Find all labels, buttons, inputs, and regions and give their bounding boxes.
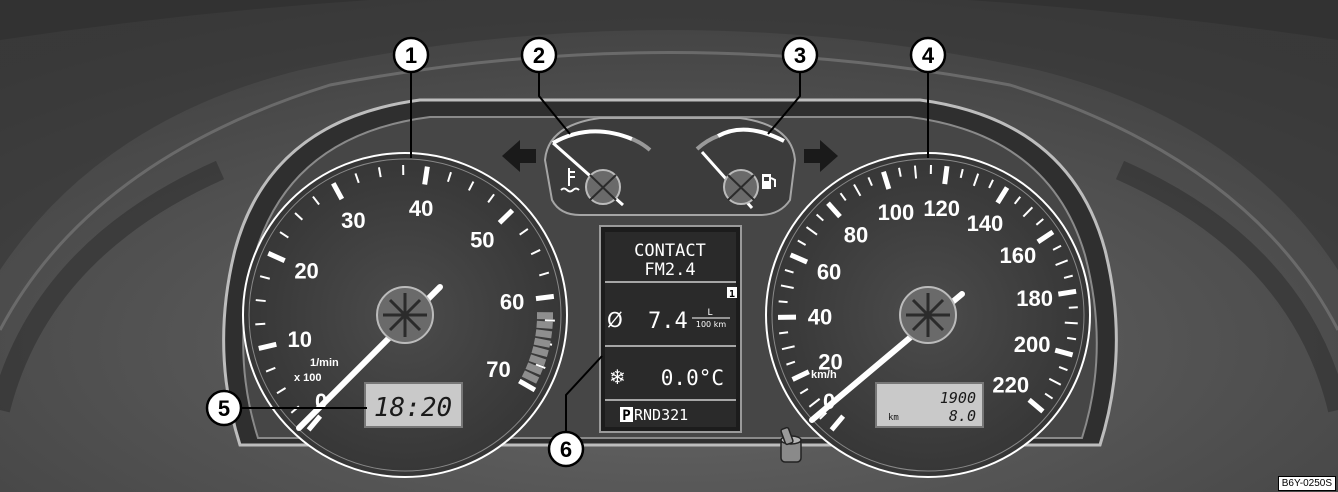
callout-1: 1 — [392, 36, 430, 74]
tacho-redzone-segment — [535, 329, 553, 339]
tacho-major-tick — [535, 293, 555, 302]
consumption-unit-bottom: 100 km — [696, 320, 726, 329]
svg-text:2: 2 — [533, 43, 545, 68]
tacho-label: 70 — [486, 357, 510, 382]
consumption-unit-top: L — [707, 308, 712, 318]
speedometer: 20406080100 120140160180200220 km/h 0 km … — [765, 152, 1091, 478]
tacho-label: 30 — [341, 208, 365, 233]
speedo-major-tick — [942, 165, 950, 185]
instrument-cluster-diagram: 10 20 30 40 50 60 70 1/min x 100 0 18:20 20 40 6… — [0, 0, 1338, 492]
speedo-label: 120 — [923, 196, 960, 221]
odometer-unit: km — [888, 413, 899, 423]
tacho-redzone-segment — [533, 337, 551, 348]
callout-3: 3 — [781, 36, 819, 74]
speedo-label: 60 — [817, 260, 841, 285]
tacho-minor-tick — [255, 322, 266, 326]
tacho-label: 40 — [409, 196, 433, 221]
multifunction-display: CONTACT FM2.4 1 Ø 7.4 L 100 km ❄ 0.0°C P… — [599, 225, 742, 433]
tacho-minor-tick — [255, 299, 266, 303]
speedo-unit: km/h — [811, 369, 837, 381]
callout-5: 5 — [205, 389, 243, 427]
speedo-label: 40 — [808, 305, 832, 330]
svg-text:3: 3 — [794, 43, 806, 68]
speedo-label: 160 — [1000, 243, 1037, 268]
image-code: B6Y-0250S — [1277, 476, 1336, 491]
consumption-value: 7.4 — [648, 309, 688, 334]
svg-text:6: 6 — [560, 437, 572, 462]
tacho-label: 60 — [500, 290, 524, 315]
svg-text:5: 5 — [218, 396, 230, 421]
memory-badge: 1 — [729, 289, 735, 300]
display-line2: FM2.4 — [644, 260, 695, 280]
tacho-redzone-segment — [531, 346, 549, 358]
speedo-minor-tick — [779, 331, 789, 335]
speedo-label: 80 — [844, 223, 868, 248]
tachometer: 102030 40506070 1/min x 100 0 18:20 — [242, 152, 568, 478]
display-line1: CONTACT — [634, 241, 706, 261]
callout-2: 2 — [520, 36, 558, 74]
speedo-minor-tick — [778, 300, 788, 304]
consumption-symbol: Ø — [607, 308, 623, 332]
gear-selected: P — [622, 408, 630, 424]
odometer-total: 1900 — [940, 389, 976, 407]
speedo-label: 180 — [1016, 286, 1053, 311]
cluster-svg: 102030 40506070 1/min x 100 0 18:20 20406… — [0, 0, 1338, 492]
tacho-label: 50 — [470, 228, 494, 253]
snowflake-icon: ❄ — [609, 365, 626, 389]
tacho-unit-line1: 1/min — [310, 357, 339, 369]
speedo-label: 140 — [967, 211, 1004, 236]
tacho-major-tick — [422, 166, 430, 185]
speedo-label: 100 — [878, 200, 915, 225]
odometer-trip: 8.0 — [949, 407, 976, 425]
speedo-label: 200 — [1014, 332, 1051, 357]
svg-text:4: 4 — [922, 43, 935, 68]
tacho-label: 20 — [294, 259, 318, 284]
tacho-redzone-segment — [528, 354, 547, 367]
tacho-label: 10 — [287, 327, 311, 352]
speedo-major-tick — [1057, 288, 1077, 297]
tacho-redzone-segment — [536, 320, 553, 329]
clock-time: 18:20 — [374, 393, 452, 423]
tacho-unit-line2: x 100 — [294, 372, 322, 384]
gear-indicator: RND321 — [634, 406, 688, 424]
callout-4: 4 — [909, 36, 947, 74]
callout-6: 6 — [547, 430, 585, 468]
speedo-label: 220 — [992, 372, 1029, 397]
speedo-minor-tick — [913, 165, 918, 179]
speedo-minor-tick — [1064, 321, 1078, 325]
svg-text:1: 1 — [405, 43, 417, 68]
outside-temperature: 0.0°C — [661, 366, 724, 390]
